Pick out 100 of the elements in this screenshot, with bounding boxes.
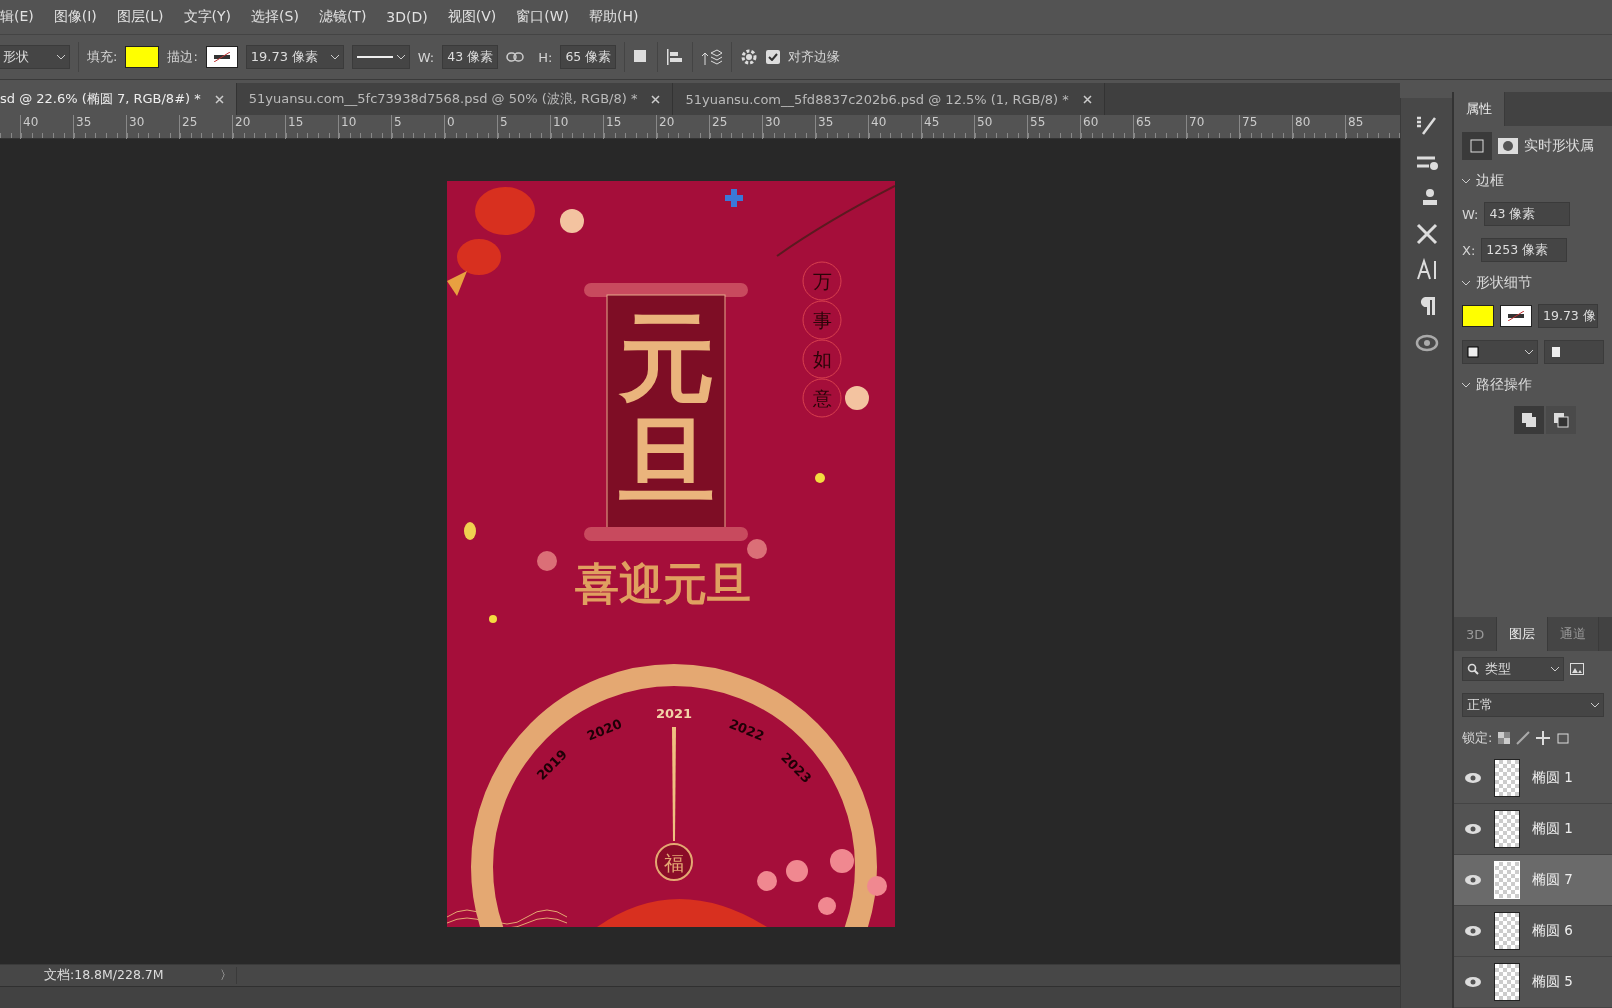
layer-thumbnail: [1494, 963, 1520, 1001]
x-field[interactable]: 1253 像素: [1481, 238, 1568, 262]
menu-item[interactable]: 选择(S): [251, 8, 309, 26]
blend-mode-dropdown[interactable]: 正常: [1462, 693, 1604, 717]
caret-icon: [1462, 280, 1470, 286]
stroke-label: 描边:: [167, 48, 198, 66]
eye-icon[interactable]: [1465, 824, 1481, 834]
layer-thumbnail: [1494, 861, 1520, 899]
flower-drawing: [560, 209, 584, 233]
coin-drawing: [489, 615, 497, 623]
square-icon: [1467, 346, 1479, 358]
menu-item[interactable]: 视图(V): [447, 8, 507, 26]
shape-mode-button[interactable]: [1462, 132, 1492, 160]
blessing-text: 万事如意: [812, 270, 832, 409]
mask-icon[interactable]: [1498, 138, 1518, 154]
lock-brush-icon[interactable]: [1516, 731, 1531, 745]
menu-item[interactable]: 辑(E): [0, 8, 44, 26]
layer-thumbnail: [1494, 759, 1520, 797]
cap-icon: [1549, 346, 1561, 358]
blessing-circle: [802, 378, 842, 418]
document-tab[interactable]: sd @ 22.6% (椭圆 7, RGB/8#) *: [0, 83, 237, 115]
coin-drawing: [464, 522, 476, 540]
settings-icon[interactable]: [740, 48, 759, 66]
seal-circle: [655, 843, 693, 881]
image-filter-icon[interactable]: [1570, 663, 1584, 675]
menu-item[interactable]: 3D(D): [386, 9, 438, 25]
fill-label: 填充:: [87, 48, 118, 66]
year-label: 2021: [655, 706, 693, 721]
caret-icon: [330, 54, 339, 60]
link-icon[interactable]: [506, 52, 525, 62]
lock-label: 锁定:: [1462, 729, 1493, 747]
coin-drawing: [815, 473, 825, 483]
tool-preset-dropdown[interactable]: 形状: [0, 45, 70, 69]
layer-thumbnail: [1494, 912, 1520, 950]
menu-item[interactable]: 文字(Y): [183, 8, 242, 26]
seal-text: 福: [664, 851, 684, 875]
horizontal-scrollbar[interactable]: [0, 986, 1400, 1008]
caret-icon: [1551, 666, 1559, 672]
height-field[interactable]: 65 像素: [560, 45, 617, 69]
stroke-swatch[interactable]: [1500, 305, 1532, 327]
document-size-text: 文档:18.8M/228.7M: [44, 967, 165, 984]
menu-item[interactable]: 图像(I): [53, 8, 107, 26]
blessing-circle: [802, 339, 842, 379]
year-label: 2020: [584, 716, 624, 744]
fill-color-swatch[interactable]: [1462, 305, 1494, 327]
character-icon[interactable]: [1414, 258, 1439, 282]
close-icon[interactable]: [1082, 94, 1092, 104]
align-icon[interactable]: [666, 48, 685, 66]
subtract-icon: [1553, 412, 1569, 428]
width-field[interactable]: 43 像素: [442, 45, 499, 69]
stroke-swatch[interactable]: [205, 46, 238, 68]
stroke-cap-dropdown[interactable]: [1544, 340, 1604, 364]
panel-tab[interactable]: 图层: [1497, 617, 1549, 651]
caret-icon: [57, 54, 65, 60]
subtract-shapes-button[interactable]: [1546, 406, 1576, 434]
flower-drawing: [845, 386, 869, 410]
search-icon: [1467, 663, 1479, 675]
lock-transparency-icon[interactable]: [1498, 732, 1511, 744]
lock-artboard-icon[interactable]: [1556, 731, 1571, 745]
line-style-icon: [356, 55, 393, 59]
panel-mode-label: 实时形状属: [1524, 137, 1594, 155]
guide-marker-icon: [725, 189, 743, 207]
horizontal-ruler: 40 35 30 25 20 15 10 5 0 5 10 15 20 25 30 35 40 45 50 55 60 65 70 75 80 85: [0, 115, 1400, 139]
x-label: X:: [1462, 242, 1476, 258]
arrange-icon[interactable]: [701, 47, 724, 67]
menu-item[interactable]: 帮助(H): [589, 8, 649, 26]
eye-icon[interactable]: [1465, 926, 1481, 936]
eye-icon[interactable]: [1465, 773, 1481, 783]
layer-row[interactable]: 椭圆 7: [1454, 855, 1612, 906]
blessing-circle: [802, 261, 842, 301]
section-title[interactable]: 形状细节: [1476, 274, 1532, 292]
caret-icon: [1591, 702, 1599, 708]
stroke-width-field[interactable]: 19.73 像: [1538, 304, 1598, 328]
shape-align-dropdown[interactable]: [1462, 340, 1538, 364]
height-label: H:: [538, 49, 553, 65]
properties-tab[interactable]: 属性: [1454, 92, 1505, 126]
shape-icon: [1469, 138, 1485, 154]
w-field[interactable]: 43 像素: [1484, 202, 1571, 226]
close-icon[interactable]: [214, 94, 224, 104]
combine-shapes-button[interactable]: [1514, 406, 1544, 434]
section-title[interactable]: 边框: [1476, 172, 1504, 190]
layer-filter-dropdown[interactable]: 类型: [1462, 657, 1564, 681]
caret-icon: [396, 54, 405, 60]
stroke-style-dropdown[interactable]: [351, 45, 410, 69]
sparkle-drawing: [537, 551, 557, 571]
menu-item[interactable]: 窗口(W): [516, 8, 580, 26]
section-title[interactable]: 路径操作: [1476, 376, 1532, 394]
layer-thumbnail: [1494, 810, 1520, 848]
w-label: W:: [1462, 206, 1479, 222]
menu-item[interactable]: 图层(L): [116, 8, 174, 26]
eye-icon[interactable]: [1465, 977, 1481, 987]
eye-icon[interactable]: [1465, 875, 1481, 885]
close-icon[interactable]: [651, 94, 661, 104]
year-label: 2022: [727, 716, 767, 744]
fill-color-swatch[interactable]: [125, 46, 160, 68]
menu-item[interactable]: 滤镜(T): [318, 8, 377, 26]
snap-checkbox[interactable]: [766, 50, 781, 64]
stroke-width-dropdown[interactable]: 19.73 像素: [245, 45, 344, 69]
headline-text: 喜迎元旦: [575, 558, 751, 609]
lock-move-icon[interactable]: [1536, 731, 1551, 745]
